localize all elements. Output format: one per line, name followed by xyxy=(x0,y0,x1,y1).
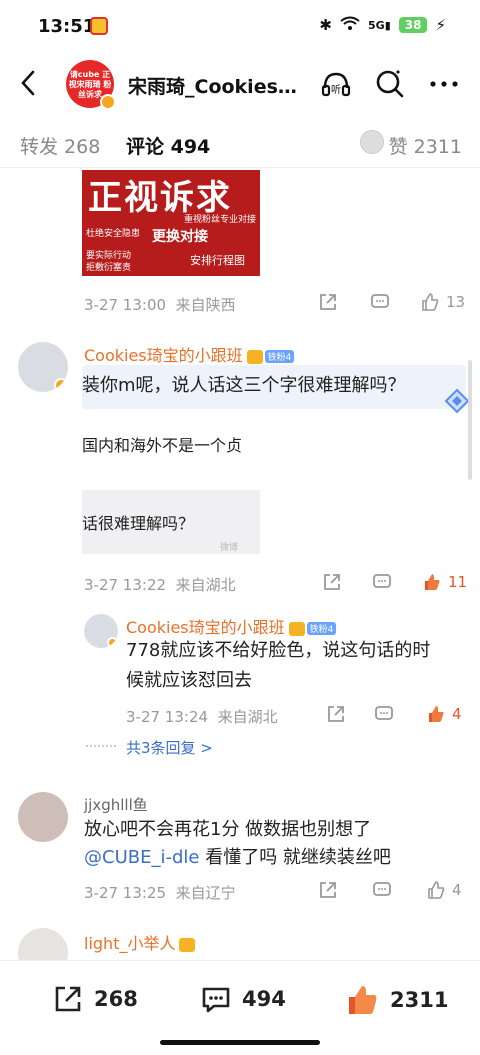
ai-sparkle-icon[interactable] xyxy=(444,388,470,414)
like-button[interactable]: 11 xyxy=(422,572,467,592)
thumbs-up-icon xyxy=(428,881,445,899)
like-button[interactable]: 4 xyxy=(426,880,462,900)
bluetooth-icon: ✱ xyxy=(319,16,332,34)
wifi-icon xyxy=(340,16,360,34)
verified-badge-icon xyxy=(107,637,118,648)
fan-badge: 铁粉4 xyxy=(264,350,295,363)
comment-text: 装你m呢，说人话这三个字很难理解吗？ xyxy=(82,375,406,396)
avatar[interactable] xyxy=(84,614,118,648)
reply-meta: 3-27 13:24 来自湖北 xyxy=(126,708,278,726)
share-icon[interactable] xyxy=(318,292,338,312)
thumbs-up-icon xyxy=(425,574,440,590)
verified-badge-icon xyxy=(100,94,116,110)
comment-username[interactable]: Cookies琦宝的小跟班 铁粉4 xyxy=(84,342,295,366)
repost-icon xyxy=(55,986,81,1012)
tab-like[interactable]: 赞 2311 xyxy=(389,132,462,159)
like-button[interactable]: 13 xyxy=(420,292,465,312)
tab-repost[interactable]: 转发 268 xyxy=(20,132,100,159)
image-watermark: 微博 xyxy=(220,543,239,553)
scrollbar[interactable] xyxy=(468,360,472,480)
comment-username[interactable]: light_小举人 xyxy=(84,930,196,954)
reply-text: 778就应该不给好脸色，说这句话的时 xyxy=(126,640,431,661)
post-tabs: 转发 268 评论 494 赞 2311 xyxy=(0,120,480,168)
comment-meta: 3-27 13:00 来自陕西 xyxy=(84,296,236,314)
comment-meta: 3-27 13:25 来自辽宁 xyxy=(84,884,236,902)
comment-button[interactable]: 494 xyxy=(200,983,286,1015)
share-icon[interactable] xyxy=(322,572,342,592)
thumbs-up-icon xyxy=(349,986,377,1014)
verified-badge-icon xyxy=(54,378,68,392)
crown-icon xyxy=(179,937,196,952)
thumbs-up-icon xyxy=(422,293,439,311)
author-avatar[interactable]: 请cube 正视宋雨琦 粉丝诉求 xyxy=(66,60,116,110)
post-header: 请cube 正视宋雨琦 粉丝诉求 宋雨琦_Cookies... 听 xyxy=(0,56,480,112)
comment-username[interactable]: jjxghlll鱼 xyxy=(84,794,148,815)
share-icon[interactable] xyxy=(326,704,346,724)
repost-button[interactable]: 268 xyxy=(52,983,138,1015)
charging-icon: ⚡ xyxy=(435,16,446,34)
home-indicator[interactable] xyxy=(160,1040,320,1045)
fan-badge: 铁粉4 xyxy=(306,622,337,635)
crown-icon xyxy=(246,349,263,364)
comment-meta: 3-27 13:22 来自湖北 xyxy=(84,576,236,594)
comment-image[interactable]: 国内和海外不是一个贞 xyxy=(82,420,260,470)
status-time: 13:51 xyxy=(38,16,96,37)
comment-icon xyxy=(202,987,230,1013)
comment-icon[interactable] xyxy=(372,572,392,592)
mention-link[interactable]: @CUBE_i-dle xyxy=(84,847,199,868)
back-icon[interactable] xyxy=(14,68,44,98)
avatar[interactable] xyxy=(18,342,68,392)
divider xyxy=(86,745,116,747)
share-icon[interactable] xyxy=(318,880,338,900)
app-notification-icon xyxy=(90,17,108,35)
more-icon[interactable] xyxy=(428,68,460,100)
crown-icon xyxy=(288,621,305,636)
comment-icon[interactable] xyxy=(374,704,394,724)
liker-avatar xyxy=(360,130,384,154)
status-bar: 13:51 ✱ 5G▮ 38 ⚡ xyxy=(0,0,480,56)
reply-text: 候就应该怼回去 xyxy=(126,670,252,691)
signal-icon: 5G▮ xyxy=(368,18,391,32)
search-icon[interactable] xyxy=(374,68,406,100)
comment-icon[interactable] xyxy=(370,292,390,312)
listen-icon[interactable]: 听 xyxy=(320,68,352,100)
thumbs-up-icon xyxy=(429,706,444,722)
comment-icon[interactable] xyxy=(372,880,392,900)
page-title[interactable]: 宋雨琦_Cookies... xyxy=(128,72,298,99)
more-replies-link[interactable]: 共3条回复 > xyxy=(126,737,213,758)
svg-text:听: 听 xyxy=(331,84,341,96)
status-icons: ✱ 5G▮ 38 ⚡ xyxy=(319,16,446,34)
like-button[interactable]: 2311 xyxy=(346,983,448,1017)
comment-image[interactable]: 正视诉求 重视粉丝专业对接 杜绝安全隐患 更换对接 要实际行动 拒敷衍塞责 安排… xyxy=(82,170,260,276)
tab-comment[interactable]: 评论 494 xyxy=(126,132,210,159)
like-button[interactable]: 4 xyxy=(426,704,462,724)
battery-icon: 38 xyxy=(398,17,428,33)
comment-text: @CUBE_i-dle 看懂了吗 就继续装丝吧 xyxy=(84,847,391,868)
avatar[interactable] xyxy=(18,792,68,842)
